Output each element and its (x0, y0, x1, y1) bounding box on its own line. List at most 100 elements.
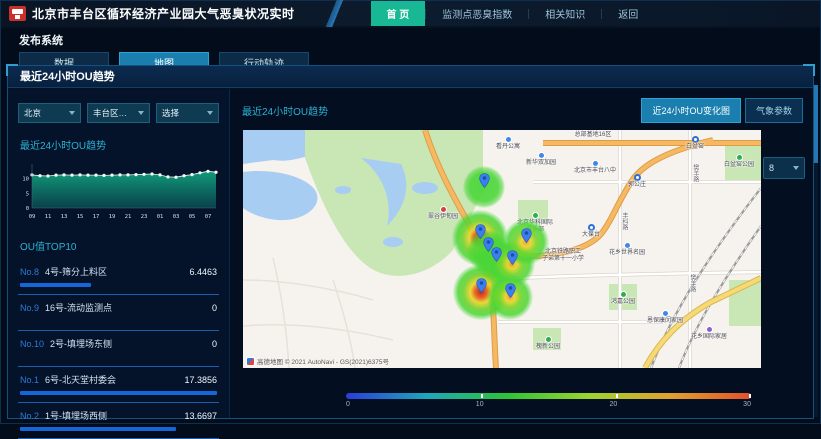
scale-tick-label: 10 (476, 401, 484, 408)
map-section: 最近24小时OU趋势 近24小时OU变化图气象参数 (230, 89, 813, 418)
value-bar-track (20, 427, 217, 431)
svg-text:23: 23 (141, 214, 148, 220)
top-list-title: OU值TOP10 (20, 238, 219, 253)
chevron-down-icon (207, 111, 213, 115)
svg-text:07: 07 (205, 214, 212, 220)
svg-text:5: 5 (26, 191, 29, 197)
top-list-line: No.84号-筛分上料区6.4463 (20, 265, 217, 278)
top-list-line: No.1 6号-北天堂村委会17.3856 (20, 373, 217, 386)
ou-value: 0 (212, 339, 217, 349)
map-point-select[interactable]: 8 (763, 157, 805, 179)
station-name: 4号-筛分上料区 (45, 265, 189, 278)
top-list-line: No.102号-填埋场东侧0 (20, 337, 217, 350)
station-name: 16号-流动监测点 (45, 301, 212, 314)
svg-text:17: 17 (93, 214, 100, 220)
top-list-line: No.2 1号-填埋场西侧13.6697 (20, 409, 217, 422)
svg-text:10: 10 (22, 177, 29, 183)
main-nav: 首 页监测点恶臭指数相关知识返回 (371, 1, 655, 26)
value-bar-track (20, 319, 217, 323)
main-panel: 最近24小时OU趋势 北京丰台区循环经济产选择 最近24小时OU趋势 05100… (7, 65, 814, 419)
filter-select-1[interactable]: 丰台区循环经济产 (87, 103, 150, 123)
nav-item-0[interactable]: 首 页 (371, 1, 426, 26)
panel-title: 最近24小时OU趋势 (8, 66, 813, 88)
ou-top-list: No.84号-筛分上料区6.4463 No.9 16号-流动监测点 0No.102号-… (18, 259, 219, 439)
value-bar-fill (20, 391, 217, 395)
app-title: 北京市丰台区循环经济产业园大气恶臭状况实时 (32, 5, 295, 22)
rank-number: No.9 (20, 303, 39, 313)
svg-text:05: 05 (189, 214, 196, 220)
app-logo-icon (9, 6, 26, 21)
map-button-0[interactable]: 近24小时OU变化图 (641, 98, 741, 123)
filter-selects: 北京 丰台区循环经济产 选择 (18, 103, 219, 123)
page-scrollbar[interactable] (814, 85, 818, 417)
chart-section-title: 最近24小时OU趋势 (20, 137, 219, 152)
filter-select-2[interactable]: 选择 (156, 103, 219, 123)
map-section-title: 最近24小时OU趋势 (242, 103, 637, 118)
scale-tick-mark (749, 394, 751, 398)
panel-body: 北京丰台区循环经济产选择 最近24小时OU趋势 0510091113151719… (8, 89, 813, 418)
top-list-item[interactable]: No.102号-填埋场东侧0 (18, 331, 219, 367)
value-bar-fill (20, 283, 91, 287)
svg-text:13: 13 (61, 214, 68, 220)
map-pin-icon[interactable] (507, 250, 518, 265)
map-header: 最近24小时OU趋势 近24小时OU变化图气象参数 (230, 89, 813, 130)
scale-tick-label: 0 (346, 401, 350, 408)
map-pin-layer (243, 130, 761, 368)
left-sidebar: 北京丰台区循环经济产选择 最近24小时OU趋势 0510091113151719… (8, 89, 230, 418)
scale-tick-mark (481, 394, 483, 398)
svg-text:21: 21 (125, 214, 132, 220)
rank-number: No.2 (20, 411, 39, 421)
top-list-item[interactable]: No.916号-流动监测点0 (18, 295, 219, 331)
ou-value: 13.6697 (184, 411, 217, 421)
value-bar-fill (20, 427, 176, 431)
filter-select-value: 选择 (162, 107, 204, 119)
nav-item-1[interactable]: 监测点恶臭指数 (426, 1, 528, 26)
amap-logo-icon (246, 357, 255, 366)
top-list-item[interactable]: No.84号-筛分上料区6.4463 (18, 259, 219, 295)
ou-trend-chart: 0510091113151719212301030507 (18, 158, 220, 224)
chevron-down-icon (138, 111, 144, 115)
value-bar-track (20, 355, 217, 359)
svg-text:03: 03 (173, 214, 180, 220)
chevron-down-icon (69, 111, 75, 115)
chevron-down-icon (793, 166, 799, 170)
heat-scale-bar: 0102030 (346, 393, 751, 408)
map-pin-icon[interactable] (505, 283, 516, 298)
filter-select-value: 北京 (24, 107, 66, 119)
scale-tick-mark (616, 394, 618, 398)
rank-number: No.1 (20, 375, 39, 385)
filter-select-value: 丰台区循环经济产 (93, 107, 135, 119)
map-point-select-value: 8 (769, 163, 790, 173)
nav-item-2[interactable]: 相关知识 (529, 1, 601, 26)
ou-value: 6.4463 (189, 267, 217, 277)
svg-text:01: 01 (157, 214, 164, 220)
top-list-item[interactable]: No.1 6号-北天堂村委会17.3856 (18, 367, 219, 403)
map-button-1[interactable]: 气象参数 (745, 98, 803, 123)
filter-select-0[interactable]: 北京 (18, 103, 81, 123)
map-pin-icon[interactable] (521, 228, 532, 243)
map-pin-icon[interactable] (479, 173, 490, 188)
svg-text:19: 19 (109, 214, 116, 220)
nav-item-3[interactable]: 返回 (602, 1, 654, 26)
map-attribution-text: 高德地图 © 2021 AutoNavi - GS(2021)6375号 (257, 356, 389, 366)
svg-text:09: 09 (29, 214, 36, 220)
map-buttons: 近24小时OU变化图气象参数 (637, 98, 803, 123)
rank-number: No.10 (20, 339, 44, 349)
map-canvas[interactable]: 看丹公寓新华双加园总部基地16区北京市丰台八中郭公庄白盆窑白盆窑公园翠谷伊甸园大… (243, 130, 761, 368)
svg-text:0: 0 (26, 206, 29, 212)
page-scrollbar-thumb[interactable] (814, 85, 818, 163)
scale-tick-label: 30 (743, 401, 751, 408)
top-bar: 北京市丰台区循环经济产业园大气恶臭状况实时 首 页监测点恶臭指数相关知识返回 (1, 1, 820, 28)
heat-scale-gradient (346, 393, 751, 399)
map-pin-icon[interactable] (491, 247, 502, 262)
top-list-item[interactable]: No.2 1号-填埋场西侧13.6697 (18, 403, 219, 439)
station-name: 6号-北天堂村委会 (45, 373, 184, 386)
svg-text:11: 11 (45, 214, 52, 220)
ou-value: 17.3856 (184, 375, 217, 385)
map-pin-icon[interactable] (476, 278, 487, 293)
heat-scale-ticks: 0102030 (346, 401, 751, 408)
header-divider-swoosh (301, 0, 371, 27)
svg-text:15: 15 (77, 214, 84, 220)
station-name: 1号-填埋场西侧 (45, 409, 184, 422)
publish-system-label: 发布系统 (19, 32, 820, 48)
